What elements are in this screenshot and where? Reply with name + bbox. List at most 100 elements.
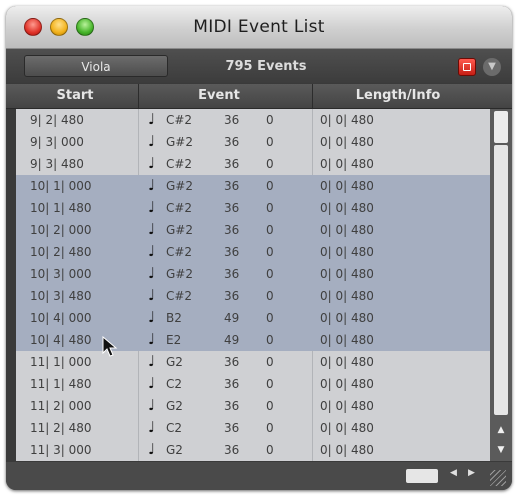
row-start-cell[interactable]: 9| 3| 000	[30, 135, 84, 149]
scroll-down-icon[interactable]: ▼	[494, 441, 508, 459]
table-row[interactable]: 10| 4| 000 B2 49 0 0| 0| 480 ♩	[16, 307, 490, 329]
row-velocity-cell[interactable]: 36	[224, 179, 239, 193]
table-row[interactable]: 9| 2| 480 C#2 36 0 0| 0| 480 ♩	[16, 109, 490, 131]
row-length-cell[interactable]: 0| 0| 480	[320, 355, 374, 369]
table-row[interactable]: 9| 3| 000 G#2 36 0 0| 0| 480 ♩	[16, 131, 490, 153]
row-start-cell[interactable]: 11| 1| 000	[30, 355, 92, 369]
row-release-velocity-cell[interactable]: 0	[266, 113, 274, 127]
row-velocity-cell[interactable]: 36	[224, 135, 239, 149]
table-row[interactable]: 11| 2| 480 C2 36 0 0| 0| 480 ♩	[16, 417, 490, 439]
row-length-cell[interactable]: 0| 0| 480	[320, 289, 374, 303]
row-pitch-cell[interactable]: C#2	[166, 245, 192, 259]
row-release-velocity-cell[interactable]: 0	[266, 421, 274, 435]
row-velocity-cell[interactable]: 36	[224, 267, 239, 281]
row-velocity-cell[interactable]: 49	[224, 311, 239, 325]
row-pitch-cell[interactable]: C#2	[166, 289, 192, 303]
row-pitch-cell[interactable]: G#2	[166, 223, 193, 237]
row-release-velocity-cell[interactable]: 0	[266, 377, 274, 391]
row-velocity-cell[interactable]: 36	[224, 201, 239, 215]
row-release-velocity-cell[interactable]: 0	[266, 399, 274, 413]
row-start-cell[interactable]: 9| 2| 480	[30, 113, 84, 127]
chevron-down-icon[interactable]: ▼	[483, 58, 501, 76]
row-velocity-cell[interactable]: 36	[224, 157, 239, 171]
row-release-velocity-cell[interactable]: 0	[266, 245, 274, 259]
row-velocity-cell[interactable]: 36	[224, 223, 239, 237]
row-pitch-cell[interactable]: C2	[166, 421, 182, 435]
row-release-velocity-cell[interactable]: 0	[266, 135, 274, 149]
row-velocity-cell[interactable]: 36	[224, 289, 239, 303]
row-pitch-cell[interactable]: G2	[166, 355, 183, 369]
row-length-cell[interactable]: 0| 0| 480	[320, 421, 374, 435]
record-icon[interactable]	[458, 58, 476, 76]
row-release-velocity-cell[interactable]: 0	[266, 223, 274, 237]
scroll-thumb[interactable]	[494, 111, 508, 143]
row-pitch-cell[interactable]: G#2	[166, 179, 193, 193]
row-pitch-cell[interactable]: B2	[166, 311, 182, 325]
row-length-cell[interactable]: 0| 0| 480	[320, 223, 374, 237]
row-pitch-cell[interactable]: E2	[166, 333, 181, 347]
table-row[interactable]: 9| 3| 480 C#2 36 0 0| 0| 480 ♩	[16, 153, 490, 175]
row-start-cell[interactable]: 11| 3| 000	[30, 443, 92, 457]
row-start-cell[interactable]: 11| 1| 480	[30, 377, 92, 391]
column-header-length[interactable]: Length/Info	[306, 88, 490, 103]
vertical-scrollbar[interactable]: ▲ ▼	[490, 109, 512, 461]
table-row[interactable]: 11| 3| 000 G2 36 0 0| 0| 480 ♩	[16, 439, 490, 461]
table-row[interactable]: 10| 4| 480 E2 49 0 0| 0| 480 ♩	[16, 329, 490, 351]
row-pitch-cell[interactable]: C#2	[166, 201, 192, 215]
table-row[interactable]: 11| 1| 480 C2 36 0 0| 0| 480 ♩	[16, 373, 490, 395]
column-header-event[interactable]: Event	[134, 88, 304, 103]
row-start-cell[interactable]: 10| 1| 000	[30, 179, 92, 193]
row-length-cell[interactable]: 0| 0| 480	[320, 333, 374, 347]
row-release-velocity-cell[interactable]: 0	[266, 289, 274, 303]
row-velocity-cell[interactable]: 36	[224, 443, 239, 457]
row-pitch-cell[interactable]: C#2	[166, 157, 192, 171]
row-start-cell[interactable]: 10| 4| 480	[30, 333, 92, 347]
track-selector-button[interactable]: Viola	[24, 55, 168, 77]
row-velocity-cell[interactable]: 36	[224, 245, 239, 259]
row-pitch-cell[interactable]: G#2	[166, 135, 193, 149]
table-row[interactable]: 11| 2| 000 G2 36 0 0| 0| 480 ♩	[16, 395, 490, 417]
row-release-velocity-cell[interactable]: 0	[266, 179, 274, 193]
scroll-right-icon[interactable]: ▶	[468, 468, 475, 478]
row-start-cell[interactable]: 10| 3| 480	[30, 289, 92, 303]
row-length-cell[interactable]: 0| 0| 480	[320, 245, 374, 259]
row-velocity-cell[interactable]: 36	[224, 113, 239, 127]
table-row[interactable]: 10| 1| 480 C#2 36 0 0| 0| 480 ♩	[16, 197, 490, 219]
row-release-velocity-cell[interactable]: 0	[266, 443, 274, 457]
row-release-velocity-cell[interactable]: 0	[266, 355, 274, 369]
row-length-cell[interactable]: 0| 0| 480	[320, 179, 374, 193]
scroll-up-icon[interactable]: ▲	[494, 421, 508, 439]
resize-grip-icon[interactable]	[490, 470, 506, 486]
row-start-cell[interactable]: 10| 1| 480	[30, 201, 92, 215]
table-row[interactable]: 10| 2| 000 G#2 36 0 0| 0| 480 ♩	[16, 219, 490, 241]
table-row[interactable]: 11| 1| 000 G2 36 0 0| 0| 480 ♩	[16, 351, 490, 373]
row-length-cell[interactable]: 0| 0| 480	[320, 399, 374, 413]
row-length-cell[interactable]: 0| 0| 480	[320, 443, 374, 457]
row-release-velocity-cell[interactable]: 0	[266, 311, 274, 325]
row-length-cell[interactable]: 0| 0| 480	[320, 267, 374, 281]
event-list[interactable]: 9| 2| 480 C#2 36 0 0| 0| 480 ♩ 9| 3| 000 G#2 36 0…	[16, 109, 490, 461]
row-pitch-cell[interactable]: C2	[166, 377, 182, 391]
row-length-cell[interactable]: 0| 0| 480	[320, 377, 374, 391]
table-row[interactable]: 10| 3| 000 G#2 36 0 0| 0| 480 ♩	[16, 263, 490, 285]
horizontal-scroll-thumb[interactable]	[406, 469, 438, 483]
row-pitch-cell[interactable]: G2	[166, 443, 183, 457]
row-pitch-cell[interactable]: G#2	[166, 267, 193, 281]
row-start-cell[interactable]: 10| 2| 000	[30, 223, 92, 237]
row-start-cell[interactable]: 9| 3| 480	[30, 157, 84, 171]
row-start-cell[interactable]: 10| 4| 000	[30, 311, 92, 325]
row-start-cell[interactable]: 10| 2| 480	[30, 245, 92, 259]
row-release-velocity-cell[interactable]: 0	[266, 267, 274, 281]
table-row[interactable]: 10| 3| 480 C#2 36 0 0| 0| 480 ♩	[16, 285, 490, 307]
row-length-cell[interactable]: 0| 0| 480	[320, 113, 374, 127]
row-length-cell[interactable]: 0| 0| 480	[320, 157, 374, 171]
row-length-cell[interactable]: 0| 0| 480	[320, 311, 374, 325]
row-start-cell[interactable]: 11| 2| 480	[30, 421, 92, 435]
row-start-cell[interactable]: 10| 3| 000	[30, 267, 92, 281]
scroll-left-icon[interactable]: ◀	[450, 468, 457, 478]
row-pitch-cell[interactable]: G2	[166, 399, 183, 413]
table-row[interactable]: 10| 2| 480 C#2 36 0 0| 0| 480 ♩	[16, 241, 490, 263]
row-release-velocity-cell[interactable]: 0	[266, 157, 274, 171]
row-length-cell[interactable]: 0| 0| 480	[320, 201, 374, 215]
row-velocity-cell[interactable]: 36	[224, 421, 239, 435]
